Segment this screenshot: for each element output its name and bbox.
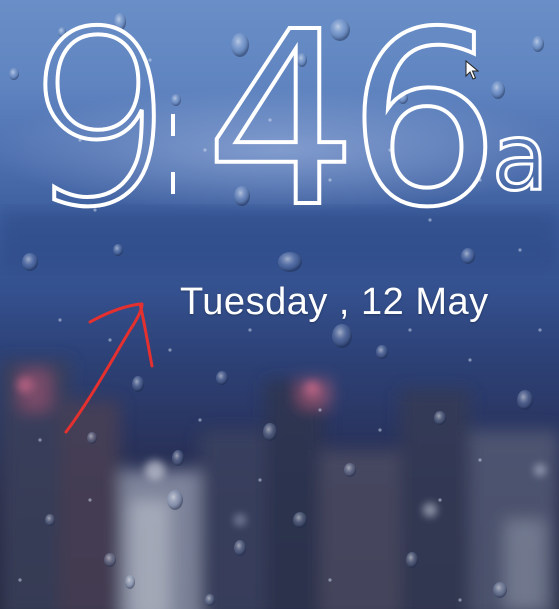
clock-ampm: a (490, 104, 549, 211)
clock-minutes: 46 (203, 0, 502, 260)
lock-screen-clock: 9 46 a (0, 0, 559, 300)
mouse-cursor-icon (465, 60, 479, 80)
clock-hours: 9 (20, 0, 177, 260)
lock-screen-date: Tuesday , 12 May (180, 281, 489, 323)
clock-separator (168, 108, 178, 198)
